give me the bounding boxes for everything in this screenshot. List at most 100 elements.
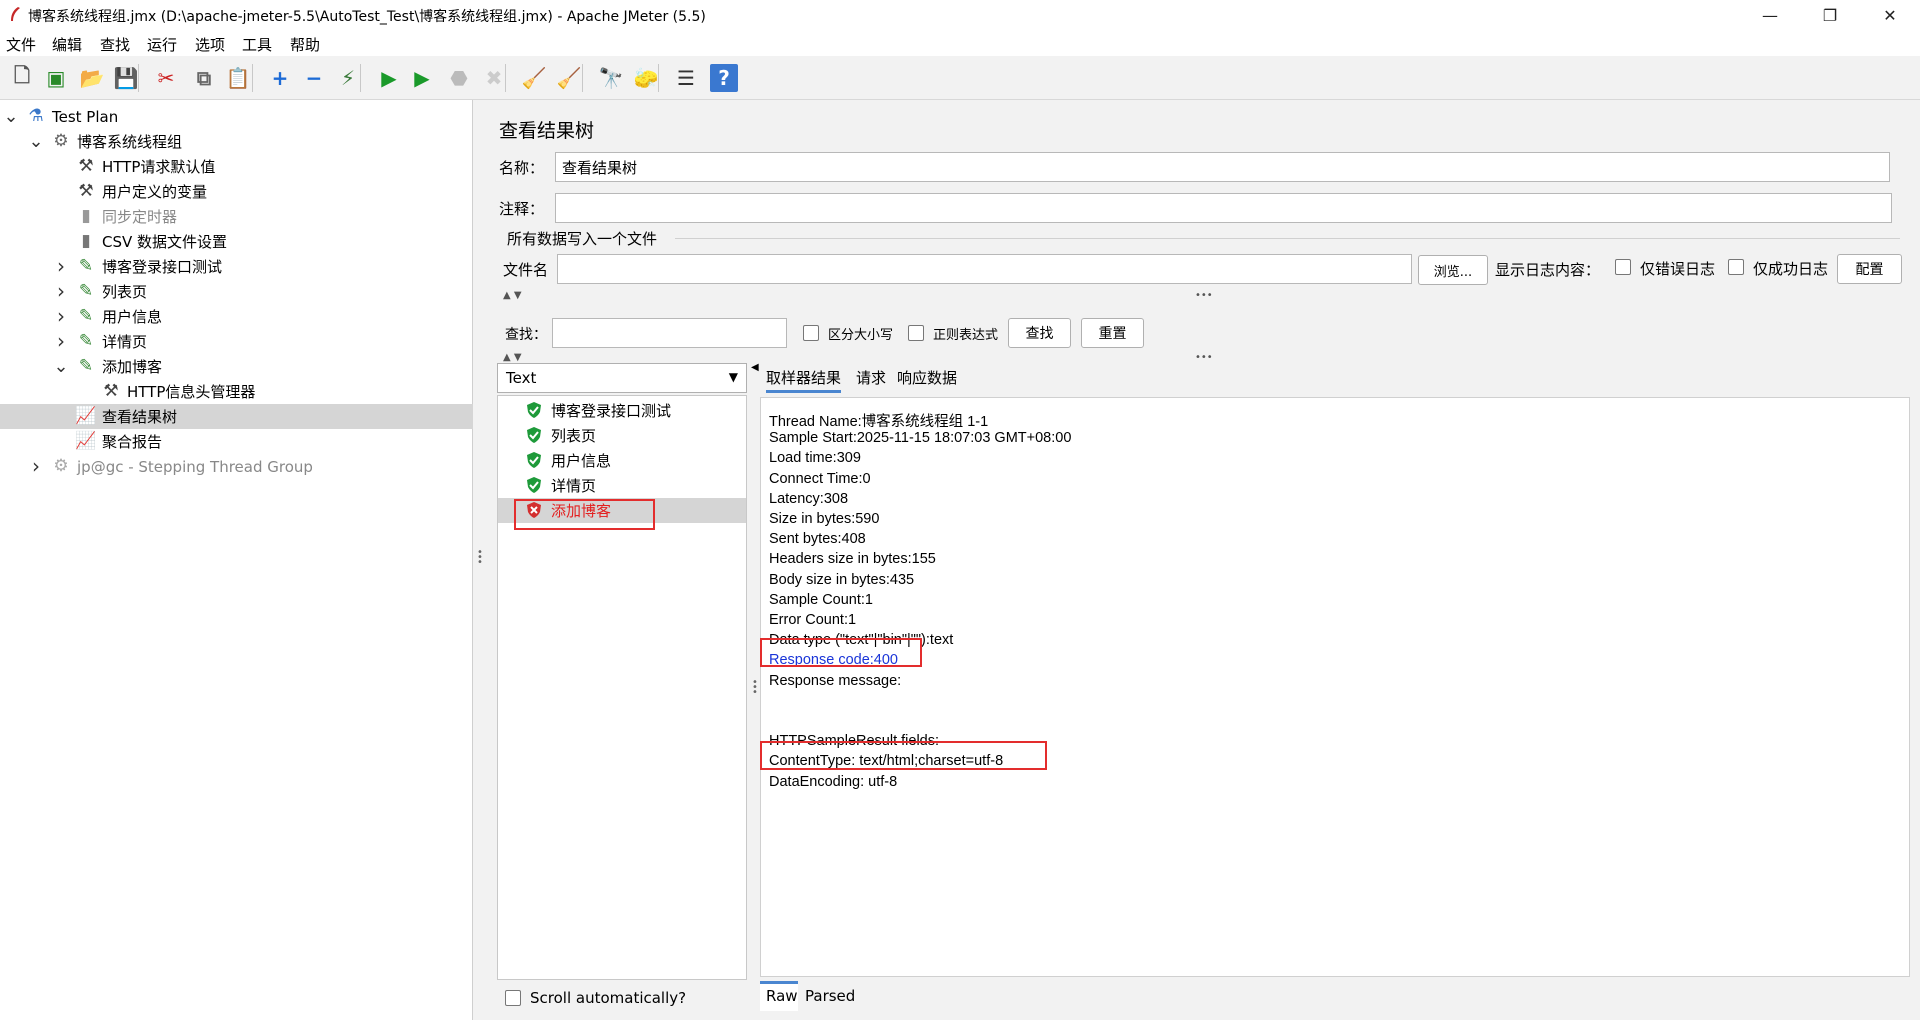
close-button[interactable]: ✕ <box>1860 0 1920 30</box>
start-no-pauses-icon[interactable]: ▶ <box>408 64 436 92</box>
bottom-tab-strip: Raw Parsed <box>760 981 1910 1020</box>
paste-icon[interactable]: 📋 <box>224 64 252 92</box>
tree-node[interactable]: › ✎ 列表页 <box>0 279 473 304</box>
sample-row[interactable]: 用户信息 <box>498 448 746 473</box>
menu-file[interactable]: 文件 <box>6 34 36 55</box>
tab-request[interactable]: 请求 <box>856 367 886 388</box>
reset-button[interactable]: 重置 <box>1081 318 1144 348</box>
cut-icon[interactable]: ✂ <box>152 64 180 92</box>
success-only-checkbox[interactable] <box>1728 259 1744 275</box>
copy-icon[interactable]: ⧉ <box>190 64 218 92</box>
new-icon[interactable]: 🗋 <box>8 63 36 92</box>
highlight-response-code <box>760 638 922 667</box>
tree-node[interactable]: ⌄ ⚗ Test Plan <box>0 104 473 129</box>
collapse-chevron-icon[interactable]: › <box>54 279 68 303</box>
menu-options[interactable]: 选项 <box>195 34 225 55</box>
sample-row[interactable]: 博客登录接口测试 <box>498 398 746 423</box>
open-icon[interactable]: 📂 <box>78 64 106 92</box>
tree-node[interactable]: › ✎ 用户信息 <box>0 304 473 329</box>
file-icon: ▮ <box>81 231 91 251</box>
sample-row[interactable]: 列表页 <box>498 423 746 448</box>
templates-icon[interactable]: ▣ <box>42 64 70 92</box>
restore-button[interactable]: ❐ <box>1800 0 1860 30</box>
find-button[interactable]: 查找 <box>1008 318 1071 348</box>
start-icon[interactable]: ▶ <box>375 64 403 92</box>
filename-field[interactable] <box>557 254 1412 284</box>
save-icon[interactable]: 💾 <box>112 64 140 92</box>
renderer-select[interactable]: Text ▼ <box>497 363 747 393</box>
collapse-icon[interactable]: − <box>300 64 328 92</box>
function-helper-icon[interactable]: ☰ <box>672 64 700 92</box>
expand-chevron-icon[interactable]: ⌄ <box>3 106 18 127</box>
search-icon[interactable]: 🔭 <box>597 64 625 92</box>
case-sensitive-checkbox[interactable] <box>803 325 819 341</box>
tree-node[interactable]: ⚒ HTTP信息头管理器 <box>0 379 473 404</box>
expand-chevron-icon[interactable]: ⌄ <box>28 131 43 152</box>
shutdown-icon[interactable]: ✖ <box>480 64 508 92</box>
menu-search[interactable]: 查找 <box>100 34 130 55</box>
tree-node[interactable]: ▮ 同步定时器 <box>0 204 473 229</box>
section-divider <box>675 238 1900 239</box>
browse-button[interactable]: 浏览... <box>1418 255 1488 285</box>
menu-run[interactable]: 运行 <box>147 34 177 55</box>
scroll-auto-checkbox[interactable] <box>505 990 521 1006</box>
toggle-icon[interactable]: ⚡ <box>334 64 362 92</box>
name-label: 名称： <box>499 159 545 177</box>
toolbar: 🗋 ▣ 📂 💾 ✂ ⧉ 📋 + − ⚡ ▶ ▶ ⬣ ✖ 🧹 🧹 🔭 🧽 ☰? <box>0 56 1920 100</box>
name-field[interactable] <box>555 152 1890 182</box>
configure-button[interactable]: 配置 <box>1837 254 1902 284</box>
expand-chevron-icon[interactable]: ⌄ <box>53 356 68 377</box>
tree-node[interactable]: ▮ CSV 数据文件设置 <box>0 229 473 254</box>
inner-divider[interactable]: ◀ • • • <box>750 362 760 1017</box>
menu-tools[interactable]: 工具 <box>242 34 272 55</box>
tree-node[interactable]: ⚒ 用户定义的变量 <box>0 179 473 204</box>
stop-icon[interactable]: ⬣ <box>445 64 473 92</box>
log-content-label: 显示日志内容： <box>1495 261 1601 279</box>
regex-checkbox[interactable] <box>908 325 924 341</box>
result-line: Sample Start:2025-11-15 18:07:03 GMT+08:… <box>769 430 1072 447</box>
tree-node-label: 博客登录接口测试 <box>102 258 223 276</box>
tab-raw[interactable]: Raw <box>766 987 798 1005</box>
result-line: Response message: <box>769 672 902 689</box>
menu-help[interactable]: 帮助 <box>290 34 320 55</box>
splitter-arrows[interactable]: ▲ ▼ <box>503 290 522 302</box>
tab-parsed[interactable]: Parsed <box>805 987 855 1005</box>
tree-node[interactable]: 📈 聚合报告 <box>0 429 473 454</box>
start-no-pauses-icon-glyph: ▶ <box>414 66 430 90</box>
search-field[interactable] <box>552 318 787 348</box>
sample-row[interactable]: 详情页 <box>498 473 746 498</box>
sampler-result-list: 博客登录接口测试 列表页 用户信息 详情页 添加博客 <box>497 395 747 980</box>
tree-node[interactable]: › ⚙ jp@gc - Stepping Thread Group <box>0 454 473 479</box>
collapse-chevron-icon[interactable]: › <box>54 329 68 353</box>
tree-node[interactable]: ⌄ ✎ 添加博客 <box>0 354 473 379</box>
menu-edit[interactable]: 编辑 <box>52 34 82 55</box>
errors-only-checkbox[interactable] <box>1615 259 1631 275</box>
tree-node-label: 同步定时器 <box>102 208 178 226</box>
split-pane-divider[interactable]: • • • <box>473 100 485 1020</box>
tree-node[interactable]: 📈 查看结果树 <box>0 404 473 429</box>
expand-icon[interactable]: + <box>266 64 294 92</box>
reset-search-icon[interactable]: 🧽 <box>632 64 660 92</box>
tree-node[interactable]: ⌄ ⚙ 博客系统线程组 <box>0 129 473 154</box>
tree-node[interactable]: ⚒ HTTP请求默认值 <box>0 154 473 179</box>
tab-sampler-result[interactable]: 取样器结果 <box>766 367 842 393</box>
clear-icon[interactable]: 🧹 <box>520 64 548 92</box>
comment-field[interactable] <box>555 193 1892 223</box>
cut-icon-glyph: ✂ <box>157 66 175 90</box>
help-icon[interactable]: ? <box>710 64 738 92</box>
tree-node[interactable]: › ✎ 详情页 <box>0 329 473 354</box>
result-line: Sample Count:1 <box>769 591 873 608</box>
tree-node[interactable]: › ✎ 博客登录接口测试 <box>0 254 473 279</box>
tab-response-data[interactable]: 响应数据 <box>897 367 957 388</box>
minimize-button[interactable]: — <box>1740 0 1800 30</box>
window-title: 博客系统线程组.jmx (D:\apache-jmeter-5.5\AutoTe… <box>28 9 706 25</box>
collapse-chevron-icon[interactable]: › <box>29 454 43 478</box>
clear-all-icon[interactable]: 🧹 <box>555 64 583 92</box>
file-section-title: 所有数据写入一个文件 <box>507 230 658 248</box>
menu-bar: 文件 编辑 查找 运行 选项 工具 帮助 <box>0 30 1920 56</box>
toolbar-separator <box>360 64 361 92</box>
success-shield-icon <box>525 451 543 469</box>
splitter-grip[interactable]: ••• <box>1195 290 1213 302</box>
collapse-chevron-icon[interactable]: › <box>54 254 68 278</box>
collapse-chevron-icon[interactable]: › <box>54 304 68 328</box>
